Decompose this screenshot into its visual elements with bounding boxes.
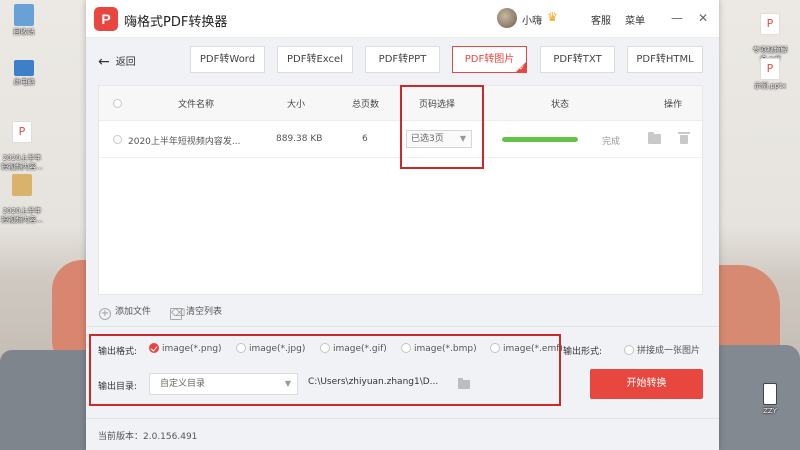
radio-icon bbox=[320, 343, 330, 353]
format-option-emf[interactable]: image(*.emf) bbox=[490, 343, 563, 354]
clear-list-label: 清空列表 bbox=[186, 307, 223, 317]
status-text: 完成 bbox=[602, 137, 621, 147]
table-header: 文件名称 大小 总页数 页码选择 状态 操作 bbox=[99, 86, 702, 121]
header-page-select: 页码选择 bbox=[419, 100, 456, 110]
pdf-file-icon: P bbox=[12, 121, 32, 143]
desktop-icon-pptx[interactable]: P 示例.pptx bbox=[746, 58, 794, 91]
pptx-file-icon: P bbox=[760, 58, 780, 80]
output-dir-label: 输出目录: bbox=[98, 382, 138, 392]
dir-select-value: 自定义目录 bbox=[160, 379, 206, 389]
clear-list-button[interactable]: ⌫清空列表 bbox=[170, 304, 222, 320]
header-total-pages: 总页数 bbox=[352, 100, 380, 110]
crown-icon[interactable]: ♛ bbox=[547, 10, 558, 24]
open-folder-icon[interactable] bbox=[648, 132, 661, 144]
table-row[interactable]: 2020上半年短视频内容发... 889.38 KB 6 已选3页 ▼ 完成 bbox=[99, 122, 702, 158]
tab-pdf-to-html[interactable]: PDF转HTML bbox=[627, 46, 703, 73]
app-window: P 嗨格式PDF转换器 小嗨 ♛ 客服 菜单 — ✕ ← 返回 PDF转Word … bbox=[86, 0, 719, 450]
header-file-name: 文件名称 bbox=[178, 100, 215, 110]
tab-label: PDF转图片 bbox=[464, 54, 515, 65]
file-name-cell: 2020上半年短视频内容发... bbox=[128, 137, 241, 147]
desktop-icon-label: 示例.pptx bbox=[754, 82, 786, 90]
back-label: 返回 bbox=[115, 57, 136, 68]
format-option-jpg[interactable]: image(*.jpg) bbox=[236, 343, 305, 354]
desktop-icon-zip-file[interactable]: 2020上半年 短视频内容... bbox=[0, 165, 46, 234]
desktop-icon-zzy[interactable]: ZZY bbox=[746, 383, 794, 416]
add-file-label: 添加文件 bbox=[115, 307, 152, 317]
computer-icon bbox=[14, 60, 34, 76]
avatar[interactable] bbox=[497, 8, 517, 28]
tab-pdf-to-word[interactable]: PDF转Word bbox=[190, 46, 265, 73]
divider bbox=[86, 326, 719, 327]
progress-bar bbox=[502, 137, 578, 142]
user-name[interactable]: 小嗨 bbox=[522, 12, 542, 27]
merge-image-option[interactable]: 拼接成一张图片 bbox=[624, 343, 700, 356]
progress-fill bbox=[502, 137, 578, 142]
output-format-label: 输出格式: bbox=[98, 347, 138, 357]
desktop-icon-label: 此电脑 bbox=[13, 78, 35, 86]
check-icon: ✓ bbox=[519, 64, 525, 72]
menu-link[interactable]: 菜单 bbox=[625, 12, 645, 27]
desktop-icon-this-pc[interactable]: 此电脑 bbox=[0, 56, 48, 87]
header-status: 状态 bbox=[551, 100, 570, 110]
minimize-button[interactable]: — bbox=[668, 9, 686, 27]
desktop-icon-label: 回收站 bbox=[13, 28, 35, 36]
support-link[interactable]: 客服 bbox=[591, 12, 611, 27]
format-option-png[interactable]: image(*.png) bbox=[149, 343, 222, 354]
delete-icon-lid bbox=[678, 132, 690, 134]
file-icon bbox=[763, 383, 777, 405]
row-select-radio[interactable] bbox=[113, 135, 122, 144]
format-label: image(*.gif) bbox=[333, 344, 387, 354]
output-form-label: 输出形式: bbox=[563, 347, 603, 357]
tab-pdf-to-image[interactable]: PDF转图片 ✓ bbox=[452, 46, 527, 73]
start-convert-button[interactable]: 开始转换 bbox=[590, 369, 703, 399]
app-title: 嗨格式PDF转换器 bbox=[124, 15, 228, 30]
back-button[interactable]: ← 返回 bbox=[98, 53, 136, 70]
format-option-bmp[interactable]: image(*.bmp) bbox=[401, 343, 477, 354]
radio-icon bbox=[401, 343, 411, 353]
divider bbox=[86, 418, 719, 419]
page-select-value: 已选3页 bbox=[411, 134, 444, 144]
trash-icon: ⌫ bbox=[170, 308, 186, 320]
header-size: 大小 bbox=[287, 100, 306, 110]
desktop-icon-recycle-bin[interactable]: 回收站 bbox=[0, 4, 48, 37]
format-label: image(*.png) bbox=[162, 344, 222, 354]
page-count-cell: 6 bbox=[362, 134, 368, 144]
output-dir-path: C:\Users\zhiyuan.zhang1\D... bbox=[308, 377, 439, 387]
recycle-bin-icon bbox=[14, 4, 34, 26]
radio-checked-icon bbox=[149, 343, 159, 353]
delete-icon-body bbox=[680, 135, 688, 144]
format-option-gif[interactable]: image(*.gif) bbox=[320, 343, 387, 354]
close-button[interactable]: ✕ bbox=[694, 9, 712, 27]
title-bar: P 嗨格式PDF转换器 小嗨 ♛ 客服 菜单 — ✕ bbox=[86, 0, 719, 38]
format-label: image(*.bmp) bbox=[414, 344, 477, 354]
arrow-left-icon: ← bbox=[98, 54, 110, 70]
tab-pdf-to-txt[interactable]: PDF转TXT bbox=[540, 46, 615, 73]
select-all-radio[interactable] bbox=[113, 99, 122, 108]
browse-folder-icon[interactable] bbox=[458, 378, 470, 389]
radio-icon bbox=[490, 343, 500, 353]
add-file-button[interactable]: + 添加文件 bbox=[99, 304, 151, 320]
page-select-dropdown[interactable]: 已选3页 ▼ bbox=[406, 130, 472, 148]
desktop-icon-label: ZZY bbox=[763, 407, 777, 415]
radio-icon bbox=[236, 343, 246, 353]
merge-image-label: 拼接成一张图片 bbox=[637, 346, 701, 356]
tab-pdf-to-ppt[interactable]: PDF转PPT bbox=[365, 46, 440, 73]
chevron-down-icon: ▼ bbox=[459, 134, 466, 143]
file-table: 文件名称 大小 总页数 页码选择 状态 操作 2020上半年短视频内容发... … bbox=[98, 85, 703, 295]
output-dir-select[interactable]: 自定义目录 ▼ bbox=[149, 373, 298, 395]
version-text: 当前版本：2.0.156.491 bbox=[98, 432, 198, 442]
plus-icon: + bbox=[99, 308, 111, 320]
tab-pdf-to-excel[interactable]: PDF转Excel bbox=[277, 46, 353, 73]
radio-icon bbox=[624, 345, 634, 355]
desktop-icon-label: 2020上半年 短视频内容... bbox=[1, 207, 43, 224]
header-action: 操作 bbox=[664, 100, 683, 110]
format-label: image(*.emf) bbox=[503, 344, 563, 354]
pdf-file-icon: P bbox=[760, 13, 780, 35]
app-logo-icon: P bbox=[94, 7, 118, 31]
chevron-down-icon: ▼ bbox=[284, 379, 291, 388]
archive-file-icon bbox=[12, 174, 32, 196]
delete-icon[interactable] bbox=[678, 132, 690, 144]
file-size-cell: 889.38 KB bbox=[276, 134, 323, 144]
format-label: image(*.jpg) bbox=[249, 344, 306, 354]
